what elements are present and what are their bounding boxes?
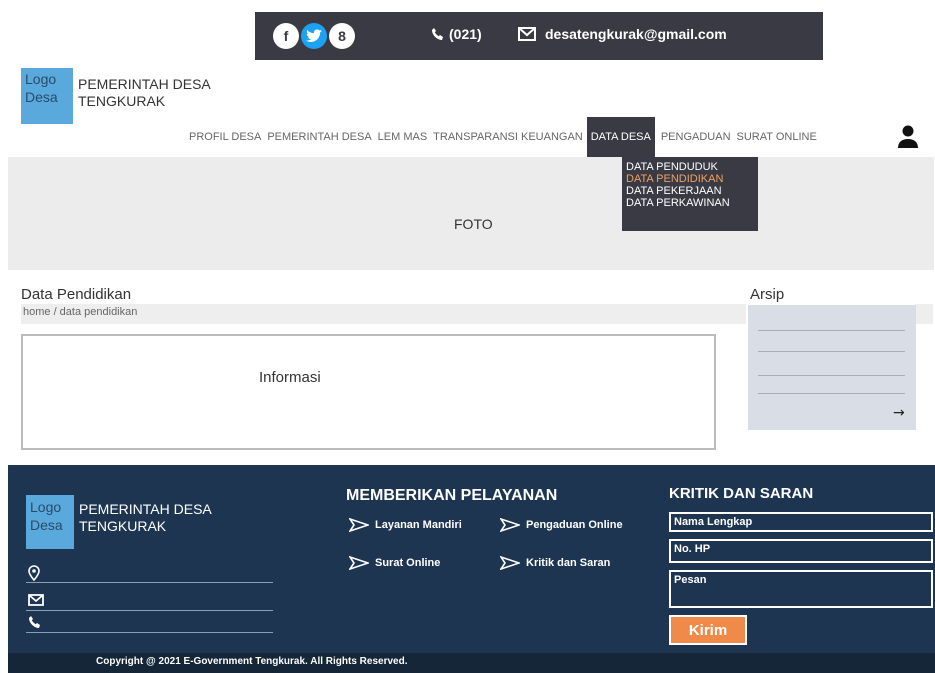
page-title: Data Pendidikan: [21, 286, 132, 303]
main-nav: PROFIL DESA PEMERINTAH DESA LEM MAS TRAN…: [189, 117, 823, 157]
archive-item[interactable]: [758, 375, 905, 376]
email-contact: desatengkurak@gmail.com: [517, 26, 727, 42]
logo[interactable]: Logo Desa: [21, 68, 73, 124]
dropdown-item-data-penduduk[interactable]: DATA PENDUDUK: [626, 161, 754, 173]
footer-site-name: PEMERINTAH DESA TENGKURAK: [79, 501, 211, 534]
phone-field[interactable]: No. HP: [669, 539, 933, 563]
footer-address-row: [26, 563, 273, 583]
dropdown-item-data-pekerjaan[interactable]: DATA PEKERJAAN: [626, 185, 754, 197]
footer: Logo Desa PEMERINTAH DESA TENGKURAK MEMB…: [8, 465, 935, 653]
breadcrumb-tail: [915, 304, 933, 324]
send-arrow-icon: [500, 518, 520, 532]
phone-icon: [432, 28, 443, 40]
service-link-layanan-mandiri[interactable]: Layanan Mandiri: [349, 518, 462, 532]
page: f 8 (021) desatengkurak@gmail.com Logo D…: [0, 0, 935, 673]
send-arrow-icon: [349, 518, 369, 532]
email-address[interactable]: desatengkurak@gmail.com: [545, 26, 727, 42]
archive-title: Arsip: [750, 286, 785, 303]
phone-contact: (021): [431, 26, 482, 42]
nav-item-pengaduan[interactable]: PENGADUAN: [661, 131, 731, 143]
service-label: Surat Online: [375, 557, 441, 569]
mail-icon: [28, 594, 44, 606]
footer-email-row: [26, 591, 273, 611]
breadcrumb[interactable]: home / data pendidikan: [21, 304, 746, 324]
nav-item-lem-mas[interactable]: LEM MAS: [378, 131, 428, 143]
nav-item-pemerintah-desa[interactable]: PEMERINTAH DESA: [267, 131, 371, 143]
copyright: Copyright @ 2021 E-Government Tengkurak.…: [8, 653, 935, 673]
pinterest-icon[interactable]: 8: [329, 23, 355, 49]
service-link-kritik-dan-saran[interactable]: Kritik dan Saran: [500, 556, 610, 570]
hero-label: FOTO: [454, 216, 493, 232]
message-field[interactable]: Pesan: [669, 570, 933, 608]
footer-phone-row: [26, 613, 273, 633]
twitter-icon[interactable]: [301, 23, 327, 49]
info-label: Informasi: [259, 369, 321, 386]
service-link-surat-online[interactable]: Surat Online: [349, 556, 440, 570]
submit-button[interactable]: Kirim: [669, 615, 747, 645]
dropdown-item-data-perkawinan[interactable]: DATA PERKAWINAN: [626, 197, 754, 209]
arrow-right-icon[interactable]: →: [893, 405, 905, 421]
social-links: f 8: [273, 23, 355, 49]
archive-item[interactable]: [758, 393, 905, 394]
archive-panel: →: [748, 305, 916, 430]
info-panel: Informasi: [21, 334, 716, 450]
service-label: Layanan Mandiri: [375, 519, 462, 531]
send-arrow-icon: [349, 556, 369, 570]
services-title: MEMBERIKAN PELAYANAN: [346, 487, 558, 504]
site-name: PEMERINTAH DESA TENGKURAK: [78, 76, 210, 109]
mail-icon: [518, 27, 536, 41]
user-icon[interactable]: [897, 125, 919, 149]
feedback-title: KRITIK DAN SARAN: [669, 485, 814, 502]
name-field[interactable]: Nama Lengkap: [669, 512, 933, 532]
location-pin-icon: [28, 565, 40, 581]
contact-bar: f 8 (021) desatengkurak@gmail.com: [255, 12, 823, 60]
phone-icon: [29, 616, 40, 628]
service-label: Pengaduan Online: [526, 519, 623, 531]
phone-number: (021): [449, 26, 482, 42]
nav-item-profil-desa[interactable]: PROFIL DESA: [189, 131, 261, 143]
footer-logo[interactable]: Logo Desa: [26, 495, 74, 549]
archive-item[interactable]: [758, 351, 905, 352]
data-desa-dropdown: DATA PENDUDUK DATA PENDIDIKAN DATA PEKER…: [622, 157, 758, 231]
service-label: Kritik dan Saran: [526, 557, 611, 569]
service-link-pengaduan-online[interactable]: Pengaduan Online: [500, 518, 623, 532]
nav-item-transparansi-keuangan[interactable]: TRANSPARANSI KEUANGAN: [433, 131, 583, 143]
facebook-icon[interactable]: f: [273, 23, 299, 49]
nav-item-data-desa[interactable]: DATA DESA: [586, 117, 655, 157]
archive-item[interactable]: [758, 330, 905, 331]
nav-item-surat-online[interactable]: SURAT ONLINE: [737, 131, 817, 143]
dropdown-item-data-pendidikan[interactable]: DATA PENDIDIKAN: [626, 173, 754, 185]
send-arrow-icon: [500, 556, 520, 570]
hero-banner: FOTO: [8, 157, 934, 270]
